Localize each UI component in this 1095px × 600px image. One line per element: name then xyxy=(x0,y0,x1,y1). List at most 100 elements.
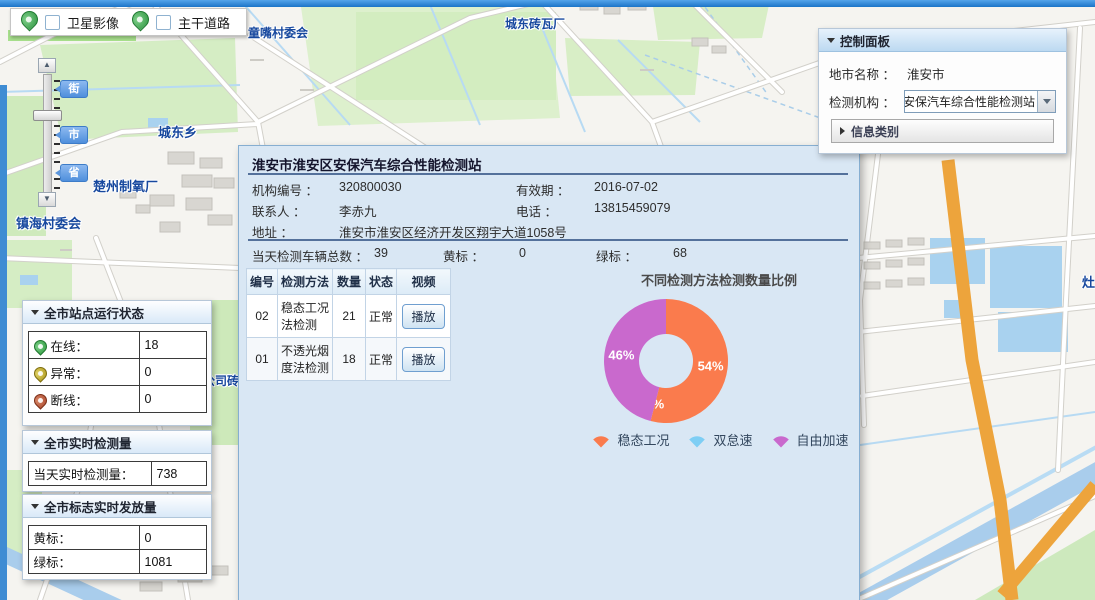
fan-icon xyxy=(685,432,709,448)
green-count-value: 68 xyxy=(673,246,687,260)
valid-until-label: 有效期 ： xyxy=(516,180,569,199)
app-window: 童嘴村委会 城东砖瓦厂 城东乡 楚州制氧厂 镇海村委会 公司砖 灶 卫星影像 主… xyxy=(0,0,1095,600)
row-status: 正常 xyxy=(366,295,397,338)
online-label: 在线： xyxy=(51,336,89,355)
org-no-label: 机构编号 ： xyxy=(252,180,318,199)
fan-icon xyxy=(769,432,793,448)
play-button[interactable]: 播放 xyxy=(402,347,444,372)
agency-select[interactable]: 安保汽车综合性能检测站 xyxy=(904,90,1056,113)
info-category-label: 信息类别 xyxy=(851,123,899,140)
agency-label: 检测机构 ： xyxy=(829,92,904,111)
green-label: 绿标： xyxy=(28,550,139,574)
main-road-label: 主干道路 xyxy=(178,13,230,32)
col-header-id: 编号 xyxy=(247,269,278,295)
offline-label: 断线： xyxy=(51,390,89,409)
map-label-zao: 灶 xyxy=(1082,272,1095,291)
legend-label: 自由加速 xyxy=(797,430,849,449)
collapse-arrow-icon xyxy=(31,310,39,315)
table-row: 黄标： 0 xyxy=(28,526,206,550)
green-value: 1081 xyxy=(139,550,206,574)
fan-icon xyxy=(589,432,613,448)
divider xyxy=(248,239,848,241)
table-row: 02 稳态工况法检测 21 正常 播放 xyxy=(247,295,451,338)
chart-title: 不同检测方法检测数量比例 xyxy=(589,270,849,289)
realtime-detection-header[interactable]: 全市实时检测量 xyxy=(23,431,211,454)
satellite-checkbox[interactable] xyxy=(45,15,60,30)
station-status-title: 全市站点运行状态 xyxy=(44,303,144,322)
abnormal-value: 0 xyxy=(139,359,206,386)
zoom-level-province[interactable]: 省 xyxy=(60,164,88,182)
table-row: 当天实时检测量： 738 xyxy=(28,462,206,486)
table-row: 绿标： 1081 xyxy=(28,550,206,574)
org-no-value: 320800030 xyxy=(339,180,402,194)
zoom-in-button[interactable]: ▲ xyxy=(38,58,56,73)
collapse-arrow-icon xyxy=(31,440,39,445)
table-row: 01 不透光烟度法检测 18 正常 播放 xyxy=(247,338,451,381)
layers-toolbar: 卫星影像 主干道路 xyxy=(10,8,247,36)
zoom-level-city[interactable]: 市 xyxy=(60,126,88,144)
row-count: 21 xyxy=(333,295,366,338)
col-header-method: 检测方法 xyxy=(278,269,333,295)
city-name-value: 淮安市 xyxy=(907,64,945,83)
col-header-video: 视频 xyxy=(397,269,451,295)
control-panel: 控制面板 地市名称 ： 淮安市 检测机构 ： 安保汽车综合性能检测站 信息类别 xyxy=(818,28,1067,154)
row-id: 02 xyxy=(247,295,278,338)
legend-label: 双怠速 xyxy=(713,430,752,449)
zoom-track[interactable] xyxy=(43,74,52,194)
online-pin-icon xyxy=(31,337,49,355)
green-count-label: 绿标 ： xyxy=(596,246,637,265)
offline-pin-icon xyxy=(31,391,49,409)
station-status-table: 在线： 18 异常： 0 断线： 0 xyxy=(28,331,207,413)
expand-arrow-icon xyxy=(840,127,845,135)
station-detail-popup: 淮安市淮安区安保汽车综合性能检测站 机构编号 ： 320800030 有效期 ：… xyxy=(238,145,860,600)
donut-chart: 54%0%46% xyxy=(596,291,736,431)
offline-value: 0 xyxy=(139,386,206,413)
realtime-detection-title: 全市实时检测量 xyxy=(44,433,132,452)
main-road-checkbox[interactable] xyxy=(156,15,171,30)
legend-item[interactable]: 自由加速 xyxy=(769,430,849,449)
detection-method-table: 编号 检测方法 数量 状态 视频 02 稳态工况法检测 21 正常 播放 01 … xyxy=(246,268,451,381)
play-button[interactable]: 播放 xyxy=(402,304,444,329)
map-label-oxygen-plant: 楚州制氧厂 xyxy=(93,176,158,195)
col-header-status: 状态 xyxy=(366,269,397,295)
chart-legend: 稳态工况 双怠速 自由加速 xyxy=(544,430,894,449)
satellite-label: 卫星影像 xyxy=(67,13,119,32)
main-road-pin-icon xyxy=(128,7,152,31)
abnormal-pin-icon xyxy=(31,364,49,382)
valid-until-value: 2016-07-02 xyxy=(594,180,658,194)
legend-item[interactable]: 稳态工况 xyxy=(589,430,669,449)
phone-value: 13815459079 xyxy=(594,201,670,215)
contact-label: 联系人 ： xyxy=(252,201,305,220)
info-category-bar[interactable]: 信息类别 xyxy=(831,119,1054,143)
zoom-level-street[interactable]: 街 xyxy=(60,80,88,98)
yellow-value: 0 xyxy=(139,526,206,550)
row-id: 01 xyxy=(247,338,278,381)
realtime-detection-table: 当天实时检测量： 738 xyxy=(28,461,207,486)
collapse-arrow-icon xyxy=(827,38,835,43)
today-realtime-label: 当天实时检测量： xyxy=(28,462,151,486)
agency-select-value: 安保汽车综合性能检测站 xyxy=(905,93,1037,110)
table-row: 在线： 18 xyxy=(28,332,206,359)
station-status-header[interactable]: 全市站点运行状态 xyxy=(23,301,211,324)
svg-text:46%: 46% xyxy=(608,347,634,362)
legend-item[interactable]: 双怠速 xyxy=(685,430,752,449)
legend-label: 稳态工况 xyxy=(617,430,669,449)
map-label-brickyard: 城东砖瓦厂 xyxy=(505,15,565,32)
zoom-out-button[interactable]: ▼ xyxy=(38,192,56,207)
realtime-detection-panel: 全市实时检测量 当天实时检测量： 738 xyxy=(22,430,212,492)
zoom-slider-handle[interactable] xyxy=(33,110,62,121)
city-name-label: 地市名称 ： xyxy=(829,64,907,83)
dropdown-arrow-icon[interactable] xyxy=(1037,91,1055,112)
window-left-edge xyxy=(0,85,7,600)
map-label-zhenhai: 镇海村委会 xyxy=(16,213,81,232)
yellow-count-value: 0 xyxy=(519,246,526,260)
label-issuance-table: 黄标： 0 绿标： 1081 xyxy=(28,525,207,574)
label-issuance-header[interactable]: 全市标志实时发放量 xyxy=(23,495,211,518)
today-total-label: 当天检测车辆总数 ： xyxy=(252,246,368,265)
label-issuance-title: 全市标志实时发放量 xyxy=(44,497,157,516)
control-panel-header[interactable]: 控制面板 xyxy=(819,29,1066,52)
window-top-edge xyxy=(0,0,1095,7)
divider xyxy=(248,173,848,175)
label-issuance-panel: 全市标志实时发放量 黄标： 0 绿标： 1081 xyxy=(22,494,212,580)
yellow-count-label: 黄标 ： xyxy=(443,246,484,265)
